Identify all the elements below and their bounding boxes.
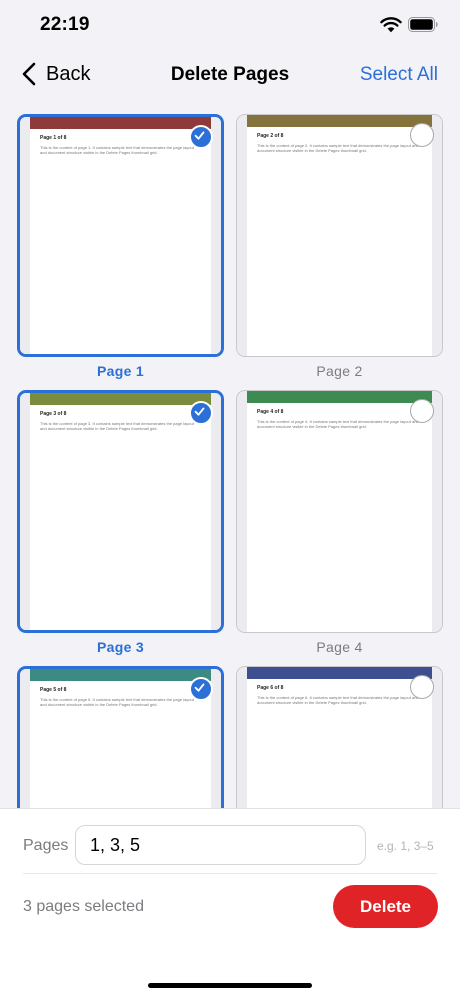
thumbnail-margin: [20, 393, 30, 630]
thumbnail-margin: [20, 669, 30, 808]
pages-input-hint: e.g. 1, 3–5: [377, 839, 434, 853]
thumbnail-margin: [211, 393, 221, 630]
thumbnail-text: This is the content of page 6. It contai…: [257, 695, 419, 705]
page-label: Page 4: [316, 639, 363, 655]
page-thumbnail[interactable]: Page 1 of 8 This is the content of page …: [17, 114, 224, 357]
checkmark-icon[interactable]: [189, 125, 213, 149]
thumbnail-text: This is the content of page 2. It contai…: [257, 143, 419, 153]
thumbnail-title: Page 1 of 8: [40, 135, 67, 141]
wifi-icon: [380, 17, 402, 33]
thumbnail-header-bar: [247, 391, 432, 403]
home-indicator[interactable]: [148, 983, 312, 988]
status-bar: 22:19: [0, 0, 460, 52]
selection-circle-icon[interactable]: [410, 123, 434, 147]
battery-icon: [408, 17, 438, 32]
thumbnail-margin: [237, 667, 247, 808]
pages-field-label: Pages: [23, 837, 69, 854]
thumbnail-title: Page 3 of 8: [40, 411, 67, 417]
page-label: Page 3: [97, 639, 144, 655]
thumbnail-header-bar: [247, 667, 432, 679]
selection-count: 3 pages selected: [23, 898, 144, 915]
delete-button[interactable]: Delete: [333, 885, 438, 928]
pages-input[interactable]: [75, 825, 366, 865]
page-label: Page 1: [97, 363, 144, 379]
selection-circle-icon[interactable]: [410, 399, 434, 423]
thumbnail-margin: [432, 391, 442, 632]
divider: [23, 873, 437, 874]
page-thumbnail[interactable]: Page 5 of 8 This is the content of page …: [17, 666, 224, 808]
page-thumbnail[interactable]: Page 4 of 8 This is the content of page …: [236, 390, 443, 633]
thumbnail-header-bar: [30, 669, 211, 681]
thumbnail-header-bar: [30, 393, 211, 405]
page-grid[interactable]: Page 1 of 8 This is the content of page …: [0, 114, 460, 808]
thumbnail-text: This is the content of page 4. It contai…: [257, 419, 419, 429]
thumbnail-text: This is the content of page 3. It contai…: [40, 421, 194, 431]
thumbnail-margin: [237, 391, 247, 632]
page-label: Page 2: [316, 363, 363, 379]
thumbnail-margin: [20, 117, 30, 354]
thumbnail-title: Page 6 of 8: [257, 685, 284, 691]
page-thumbnail[interactable]: Page 6 of 8 This is the content of page …: [236, 666, 443, 808]
page-thumbnail[interactable]: Page 2 of 8 This is the content of page …: [236, 114, 443, 357]
select-all-button[interactable]: Select All: [360, 64, 438, 86]
nav-bar: Back Delete Pages Select All: [0, 52, 460, 98]
checkmark-icon[interactable]: [189, 677, 213, 701]
thumbnail-header-bar: [30, 117, 211, 129]
thumbnail-title: Page 2 of 8: [257, 133, 284, 139]
checkmark-icon[interactable]: [189, 401, 213, 425]
thumbnail-header-bar: [247, 115, 432, 127]
selection-circle-icon[interactable]: [410, 675, 434, 699]
thumbnail-text: This is the content of page 1. It contai…: [40, 145, 194, 155]
thumbnail-margin: [432, 115, 442, 356]
thumbnail-title: Page 4 of 8: [257, 409, 284, 415]
thumbnail-text: This is the content of page 5. It contai…: [40, 697, 194, 707]
thumbnail-margin: [237, 115, 247, 356]
bottom-sheet: Pages e.g. 1, 3–5 3 pages selected Delet…: [0, 808, 460, 996]
page-thumbnail[interactable]: Page 3 of 8 This is the content of page …: [17, 390, 224, 633]
status-time: 22:19: [40, 14, 90, 35]
thumbnail-title: Page 5 of 8: [40, 687, 67, 693]
thumbnail-margin: [211, 117, 221, 354]
